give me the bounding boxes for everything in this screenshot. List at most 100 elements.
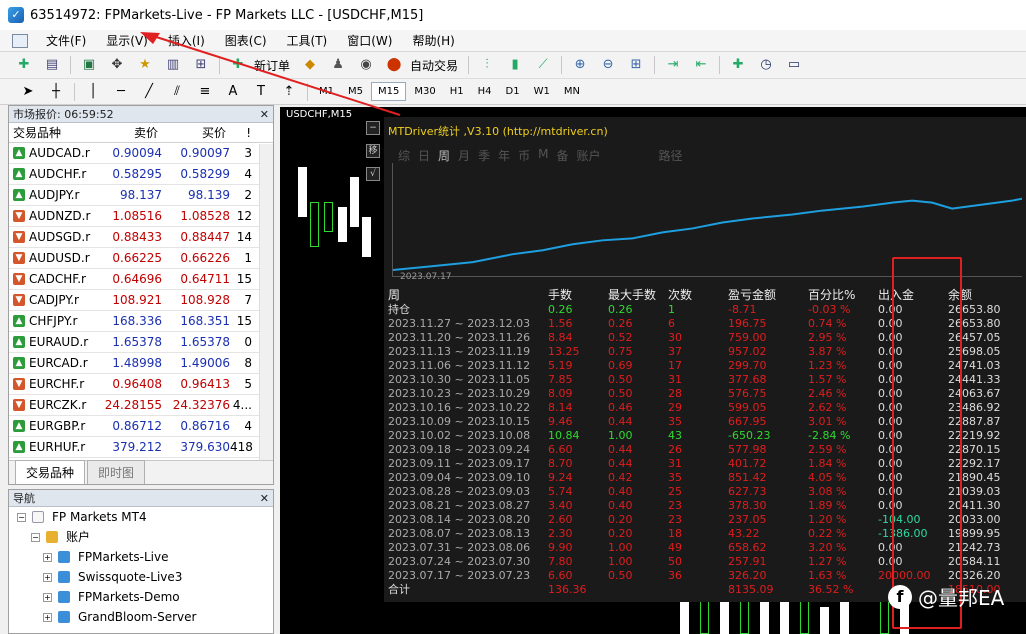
new-order-button[interactable]: 新订单: [254, 57, 290, 74]
tile-windows-icon[interactable]: ⊞: [627, 56, 645, 74]
market-watch-row[interactable]: ▼ EURCZK.r 24.28155 24.32376 4...: [9, 395, 273, 416]
market-watch-row[interactable]: ▲ AUDJPY.r 98.137 98.139 2: [9, 185, 273, 206]
document-icon[interactable]: [12, 33, 28, 48]
menu-view[interactable]: 显示(V): [96, 32, 158, 49]
stats-tab[interactable]: 季: [478, 147, 490, 164]
col-symbol[interactable]: 交易品种: [9, 123, 104, 142]
bar-chart-icon[interactable]: ⫶: [478, 56, 496, 74]
menu-insert[interactable]: 插入(I): [158, 32, 215, 49]
indicators-icon[interactable]: ✚: [729, 56, 747, 74]
timeframe-h1[interactable]: H1: [444, 83, 470, 100]
timeframe-m1[interactable]: M1: [313, 83, 340, 100]
auto-trade-button[interactable]: 自动交易: [410, 57, 458, 74]
new-order-icon[interactable]: ✚: [229, 56, 247, 74]
expand-icon[interactable]: +: [43, 592, 52, 602]
market-watch-row[interactable]: ▲ CHFJPY.r 168.336 168.351 15: [9, 311, 273, 332]
account-item[interactable]: + FPMarkets-Live: [9, 547, 273, 567]
close-icon[interactable]: ✕: [260, 106, 269, 123]
zoom-out-icon[interactable]: ⊖: [599, 56, 617, 74]
periods-icon[interactable]: ◷: [757, 56, 775, 74]
tab-tick-chart[interactable]: 即时图: [87, 460, 146, 484]
crosshair-icon[interactable]: ┼: [47, 83, 65, 101]
expand-icon[interactable]: +: [43, 552, 52, 562]
account-item[interactable]: + Swissquote-Live3: [9, 567, 273, 587]
minimize-icon[interactable]: −: [366, 121, 380, 135]
cursor-icon[interactable]: ➤: [19, 83, 37, 101]
market-watch-row[interactable]: ▼ AUDSGD.r 0.88433 0.88447 14: [9, 227, 273, 248]
stats-tab[interactable]: 路径: [659, 147, 683, 164]
timeframe-w1[interactable]: W1: [528, 83, 556, 100]
data-window-icon[interactable]: ✥: [108, 56, 126, 74]
menu-file[interactable]: 文件(F): [36, 32, 96, 49]
market-watch-row[interactable]: ▲ AUDCAD.r 0.90094 0.90097 3: [9, 143, 273, 164]
check-icon[interactable]: √: [366, 167, 380, 181]
equidistant-channel-icon[interactable]: ⫽: [168, 83, 186, 101]
stats-tab[interactable]: 备: [556, 147, 568, 164]
text-icon[interactable]: A: [224, 83, 242, 101]
menu-window[interactable]: 窗口(W): [337, 32, 402, 49]
col-ask[interactable]: 买价: [162, 123, 230, 142]
expand-icon[interactable]: +: [43, 612, 52, 622]
market-watch-row[interactable]: ▼ CADJPY.r 108.921 108.928 7: [9, 290, 273, 311]
metaeditor-icon[interactable]: ◆: [301, 56, 319, 74]
stats-tab[interactable]: 币: [518, 147, 530, 164]
expand-icon[interactable]: +: [43, 572, 52, 582]
stats-tab[interactable]: 周: [438, 147, 450, 164]
stats-tab[interactable]: 月: [458, 147, 470, 164]
move-icon[interactable]: 移: [366, 144, 380, 158]
candlestick-icon[interactable]: ▮: [506, 56, 524, 74]
timeframe-d1[interactable]: D1: [500, 83, 526, 100]
close-icon[interactable]: ✕: [260, 490, 269, 507]
market-watch-scrollbar[interactable]: [259, 144, 273, 462]
market-watch-row[interactable]: ▲ EURCAD.r 1.48998 1.49006 8: [9, 353, 273, 374]
timeframe-m30[interactable]: M30: [408, 83, 441, 100]
market-watch-icon[interactable]: ▣: [80, 56, 98, 74]
timeframe-m5[interactable]: M5: [342, 83, 369, 100]
line-chart-icon[interactable]: ⟋: [534, 56, 552, 74]
text-label-icon[interactable]: T: [252, 83, 270, 101]
market-watch-row[interactable]: ▼ EURCHF.r 0.96408 0.96413 5: [9, 374, 273, 395]
vertical-line-icon[interactable]: │: [84, 83, 102, 101]
col-spread[interactable]: !: [230, 123, 255, 142]
account-item[interactable]: + FPMarkets-Demo: [9, 587, 273, 607]
timeframe-mn[interactable]: MN: [558, 83, 586, 100]
timeframe-h4[interactable]: H4: [472, 83, 498, 100]
stats-tab[interactable]: 日: [418, 147, 430, 164]
zoom-in-icon[interactable]: ⊕: [571, 56, 589, 74]
signals-icon[interactable]: ♟: [329, 56, 347, 74]
market-watch-row[interactable]: ▼ AUDUSD.r 0.66225 0.66226 1: [9, 248, 273, 269]
arrows-icon[interactable]: ⇡: [280, 83, 298, 101]
auto-trade-icon[interactable]: ⬤: [385, 56, 403, 74]
templates-icon[interactable]: ▭: [785, 56, 803, 74]
menu-help[interactable]: 帮助(H): [402, 32, 464, 49]
market-watch-row[interactable]: ▲ EURAUD.r 1.65378 1.65378 0: [9, 332, 273, 353]
timeframe-m15[interactable]: M15: [371, 82, 407, 101]
menu-tools[interactable]: 工具(T): [277, 32, 338, 49]
stats-tab[interactable]: 综: [398, 147, 410, 164]
trendline-icon[interactable]: ╱: [140, 83, 158, 101]
navigator-root[interactable]: − FP Markets MT4: [9, 507, 273, 527]
chart-window[interactable]: USDCHF,M15 − 移 √ MTDriver统计 ,V3.10 (http…: [280, 107, 1026, 634]
auto-scroll-icon[interactable]: ⇥: [664, 56, 682, 74]
strategy-tester-icon[interactable]: ⊞: [192, 56, 210, 74]
stats-tab[interactable]: 年: [498, 147, 510, 164]
stats-tab[interactable]: M: [538, 147, 548, 164]
fibonacci-icon[interactable]: ≡: [196, 83, 214, 101]
tab-symbols[interactable]: 交易品种: [15, 460, 86, 484]
radio-icon[interactable]: ◉: [357, 56, 375, 74]
account-item[interactable]: + GrandBloom-Server: [9, 607, 273, 627]
market-watch-row[interactable]: ▲ EURHUF.r 379.212 379.630 418: [9, 437, 273, 458]
market-watch-row[interactable]: ▲ EURGBP.r 0.86712 0.86716 4: [9, 416, 273, 437]
stats-tab[interactable]: 账户: [576, 147, 600, 164]
market-watch-row[interactable]: ▼ AUDNZD.r 1.08516 1.08528 12: [9, 206, 273, 227]
horizontal-line-icon[interactable]: ─: [112, 83, 130, 101]
market-watch-row[interactable]: ▲ AUDCHF.r 0.58295 0.58299 4: [9, 164, 273, 185]
market-watch-row[interactable]: ▼ CADCHF.r 0.64696 0.64711 15: [9, 269, 273, 290]
menu-charts[interactable]: 图表(C): [215, 32, 277, 49]
terminal-icon[interactable]: ▥: [164, 56, 182, 74]
profiles-icon[interactable]: ▤: [43, 56, 61, 74]
chart-shift-icon[interactable]: ⇤: [692, 56, 710, 74]
navigator-icon[interactable]: ★: [136, 56, 154, 74]
navigator-accounts[interactable]: − 账户: [9, 527, 273, 547]
col-bid[interactable]: 卖价: [104, 123, 162, 142]
